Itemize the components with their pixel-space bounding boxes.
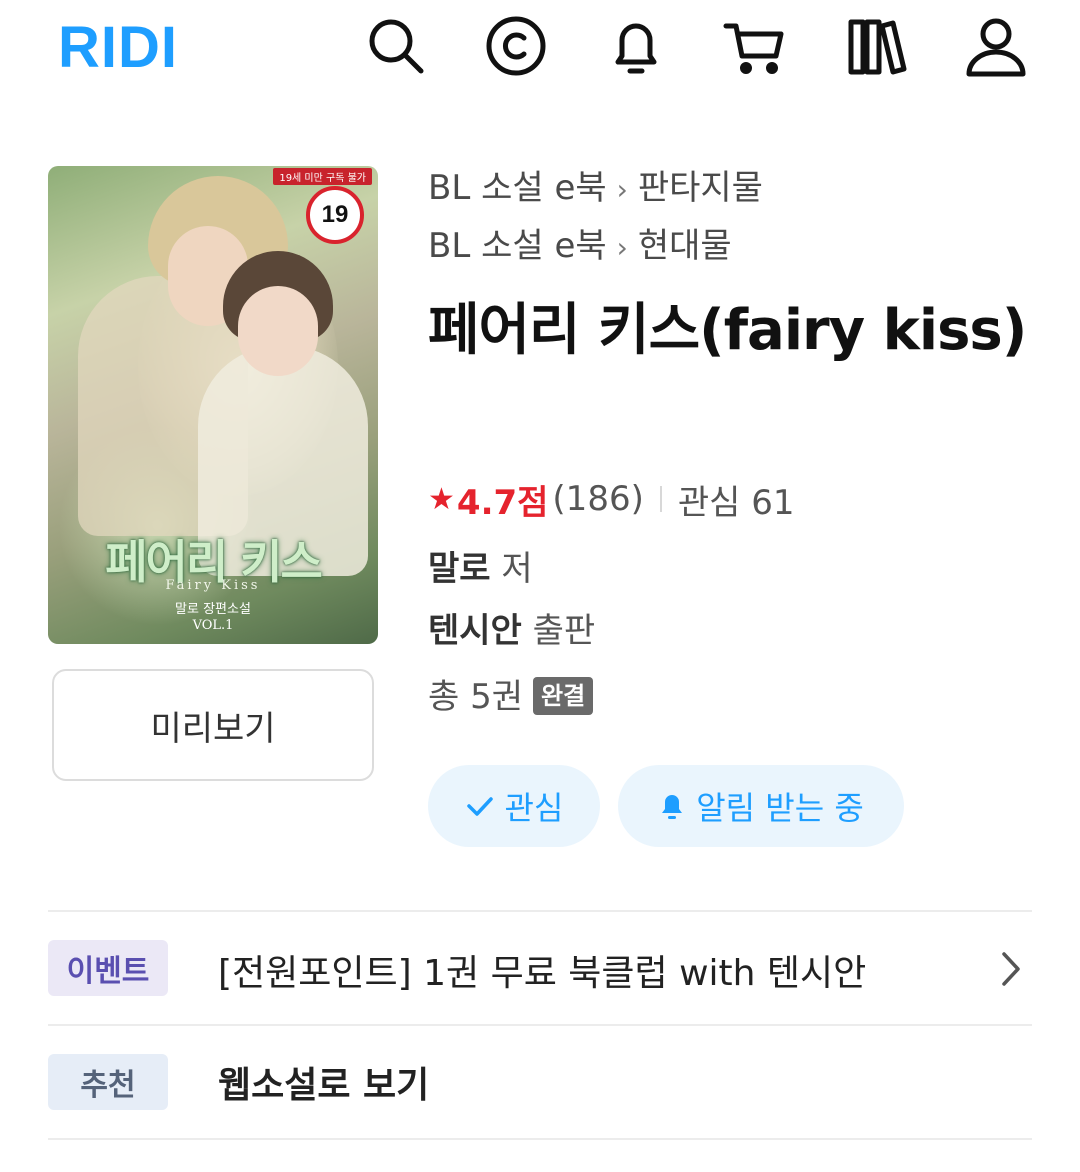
publisher-role: 출판 (532, 611, 596, 651)
category-main-link[interactable]: BL 소설 e북 (428, 226, 607, 266)
user-icon[interactable] (962, 12, 1030, 80)
cart-icon[interactable] (720, 12, 788, 80)
top-header: RIDI (0, 0, 1080, 100)
check-icon (466, 797, 493, 816)
notify-button-label: 알림 받는 중 (696, 789, 864, 827)
interest-button-label: 관심 (504, 789, 564, 827)
ridi-logo[interactable]: RIDI (58, 18, 178, 78)
completed-badge: 완결 (533, 677, 594, 715)
age-rating-badge: 19 (306, 186, 364, 244)
author-line: 말로 저 (428, 546, 533, 592)
publisher-link[interactable]: 텐시안 (428, 611, 522, 651)
rating-score[interactable]: 4.7점 (457, 475, 549, 524)
interest-button[interactable]: 관심 (428, 765, 600, 847)
chevron-right-icon: › (616, 173, 628, 206)
recommend-tag: 추천 (48, 1054, 168, 1110)
recommend-text: 웹소설로 보기 (218, 1065, 430, 1106)
interest-count: 관심 61 (677, 482, 795, 523)
divider (48, 910, 1032, 912)
bell-icon[interactable] (602, 12, 670, 80)
chevron-right-icon: › (616, 231, 628, 264)
cover-art-figure (238, 286, 318, 376)
divider (48, 1024, 1032, 1026)
library-icon[interactable] (842, 12, 910, 80)
rating-row: ★ 4.7점 (186) 관심 61 (428, 475, 795, 524)
notify-button[interactable]: 알림 받는 중 (618, 765, 904, 847)
author-role: 저 (501, 549, 533, 589)
bell-filled-icon (662, 795, 683, 819)
divider (659, 486, 662, 512)
author-link[interactable]: 말로 (428, 549, 491, 589)
preview-button[interactable]: 미리보기 (52, 669, 374, 781)
category-sub-link[interactable]: 현대물 (638, 226, 732, 266)
book-title: 페어리 키스(fairy kiss) (428, 298, 1027, 363)
category-breadcrumb: BL 소설 e북 › 판타지물 (428, 166, 763, 212)
book-cover[interactable]: 19세 미만 구독 불가 19 페어리 키스 Fairy Kiss 말로 장편소… (48, 166, 378, 644)
cover-volume: VOL.1 (192, 618, 234, 633)
age-restriction-label: 19세 미만 구독 불가 (273, 168, 372, 185)
volume-line: 총 5권 완결 (428, 674, 594, 720)
category-sub-link[interactable]: 판타지물 (638, 168, 763, 208)
publisher-line: 텐시안 출판 (428, 608, 595, 654)
cover-title-en: Fairy Kiss (165, 578, 261, 593)
chevron-right-icon (1002, 952, 1020, 986)
cover-subtitle: 말로 장편소설 (175, 602, 251, 617)
event-tag: 이벤트 (48, 940, 168, 996)
divider (48, 1138, 1032, 1140)
category-breadcrumb: BL 소설 e북 › 현대물 (428, 224, 732, 270)
volume-count: 총 5권 (428, 677, 523, 717)
search-icon[interactable] (362, 12, 430, 80)
event-text: [전원포인트] 1권 무료 북클럽 with 텐시안 (218, 953, 867, 994)
rating-count[interactable]: (186) (552, 479, 643, 519)
star-icon: ★ (428, 481, 455, 517)
category-main-link[interactable]: BL 소설 e북 (428, 168, 607, 208)
cash-icon[interactable] (482, 12, 550, 80)
